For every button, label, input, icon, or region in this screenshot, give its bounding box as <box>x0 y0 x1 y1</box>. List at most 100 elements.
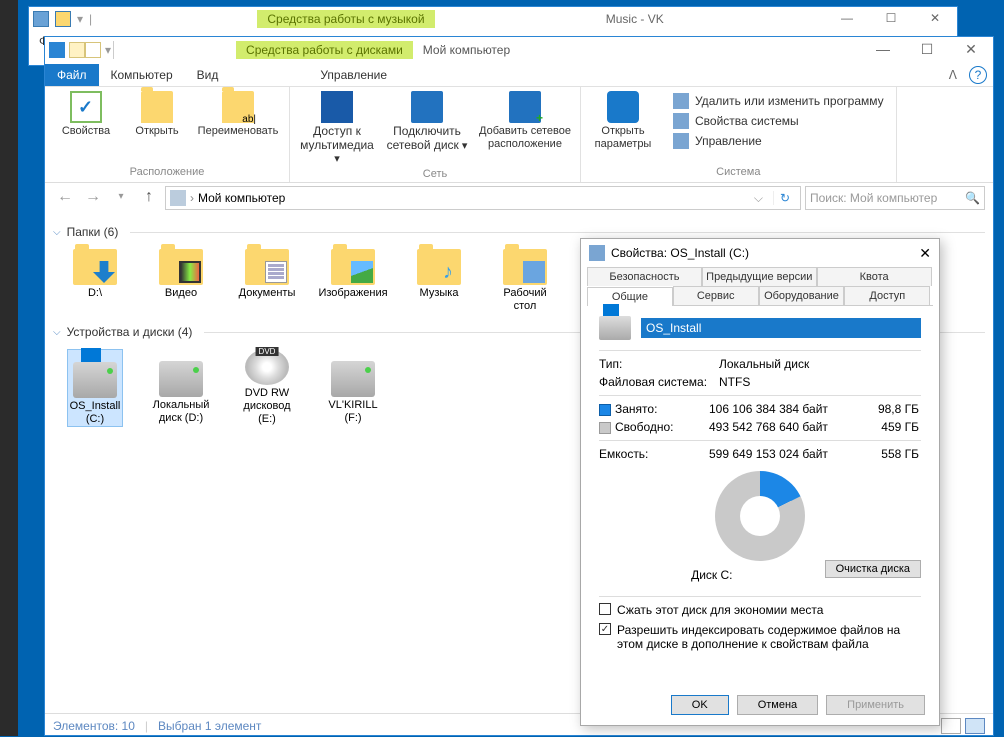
tab-hardware[interactable]: Оборудование <box>759 286 845 305</box>
open-icon <box>141 91 173 123</box>
address-bar[interactable]: › Мой компьютер ⌵ ↻ <box>165 186 801 210</box>
capacity-gb: 558 ГБ <box>859 447 919 461</box>
drive-d[interactable]: Локальный диск (D:) <box>153 349 209 427</box>
type-value: Локальный диск <box>719 357 921 371</box>
qat-new-folder-icon[interactable] <box>85 42 101 58</box>
minimize-button[interactable]: — <box>861 39 905 61</box>
apply-button[interactable]: Применить <box>826 695 925 715</box>
free-label: Свободно: <box>615 420 674 434</box>
compress-checkbox[interactable]: Сжать этот диск для экономии места <box>599 603 921 617</box>
ok-button[interactable]: OK <box>671 695 729 715</box>
gear-icon <box>607 91 639 123</box>
icons-view-button[interactable] <box>965 718 985 734</box>
maximize-button[interactable]: ☐ <box>905 39 949 61</box>
volume-name-input[interactable] <box>641 318 921 338</box>
disk-usage-donut <box>715 471 805 561</box>
uninstall-icon <box>673 93 689 109</box>
add-network-button[interactable]: + Добавить сетевое расположение <box>476 89 574 151</box>
map-drive-button[interactable]: Подключить сетевой диск ▾ <box>386 89 468 153</box>
maximize-button[interactable]: ☐ <box>869 9 913 29</box>
refresh-button[interactable]: ↻ <box>773 191 796 205</box>
tab-general[interactable]: Общие <box>587 287 673 306</box>
add-net-icon: + <box>509 91 541 123</box>
close-button[interactable]: ✕ <box>913 9 957 29</box>
drive-icon <box>589 245 605 261</box>
view-tab[interactable]: Вид <box>185 64 231 86</box>
open-settings-button[interactable]: Открыть параметры <box>587 89 659 151</box>
drive-context-tab[interactable]: Средства работы с дисками <box>236 41 413 59</box>
file-tab[interactable]: Файл <box>45 64 99 86</box>
properties-button[interactable]: Свойства <box>51 89 121 138</box>
pc-window-title: Мой компьютер <box>423 43 510 57</box>
status-items: Элементов: 10 <box>53 719 135 733</box>
system-properties-button[interactable]: Свойства системы <box>673 113 884 129</box>
search-icon: 🔍 <box>965 191 980 205</box>
map-drive-icon <box>411 91 443 123</box>
fs-label: Файловая система: <box>599 375 719 389</box>
folder-images[interactable]: Изображения <box>325 249 381 313</box>
capacity-bytes: 599 649 153 024 байт <box>709 447 859 461</box>
free-bytes: 493 542 768 640 байт <box>709 420 859 434</box>
open-button[interactable]: Открыть <box>129 89 185 138</box>
media-access-button[interactable]: Доступ к мультимедиа ▾ <box>296 89 378 166</box>
disk-label: Диск C: <box>691 568 732 582</box>
tab-access[interactable]: Доступ <box>844 286 930 305</box>
folder-icon[interactable] <box>55 11 71 27</box>
used-gb: 98,8 ГБ <box>859 402 919 416</box>
details-view-button[interactable] <box>941 718 961 734</box>
manage-tab[interactable]: Управление <box>308 64 399 86</box>
drive-f[interactable]: VL'KIRILL (F:) <box>325 349 381 427</box>
tab-previous[interactable]: Предыдущие версии <box>702 267 817 286</box>
manage-icon <box>673 133 689 149</box>
uninstall-program-button[interactable]: Удалить или изменить программу <box>673 93 884 109</box>
used-bytes: 106 106 384 384 байт <box>709 402 859 416</box>
history-dropdown[interactable]: ▾ <box>109 186 133 210</box>
rename-icon: ab| <box>222 91 254 123</box>
folder-video[interactable]: Видео <box>153 249 209 313</box>
music-context-tab[interactable]: Средства работы с музыкой <box>257 10 434 28</box>
address-dropdown[interactable]: ⌵ <box>748 191 769 206</box>
properties-title: Свойства: OS_Install (C:) <box>611 246 749 260</box>
drive-c[interactable]: OS_Install (C:) <box>67 349 123 427</box>
type-label: Тип: <box>599 357 719 371</box>
drive-dvd[interactable]: DVDDVD RW дисковод (E:) <box>239 349 295 427</box>
folder-desktop[interactable]: Рабочий стол <box>497 249 553 313</box>
tab-service[interactable]: Сервис <box>673 286 759 305</box>
help-icon[interactable]: ? <box>969 66 987 84</box>
qat-properties-icon[interactable] <box>69 42 85 58</box>
folder-d[interactable]: D:\ <box>67 249 123 313</box>
address-path: Мой компьютер <box>198 191 285 205</box>
music-window-title: Music - VK <box>606 12 664 26</box>
search-box[interactable]: Поиск: Мой компьютер 🔍 <box>805 186 985 210</box>
group-location-label: Расположение <box>130 164 205 180</box>
tab-security[interactable]: Безопасность <box>587 267 702 286</box>
properties-icon <box>70 91 102 123</box>
properties-dialog: Свойства: OS_Install (C:) ✕ Безопасность… <box>580 238 940 726</box>
manage-button[interactable]: Управление <box>673 133 884 149</box>
group-system-label: Система <box>716 164 760 180</box>
free-gb: 459 ГБ <box>859 420 919 434</box>
back-button[interactable]: ← <box>53 186 77 210</box>
fs-value: NTFS <box>719 375 921 389</box>
cancel-button[interactable]: Отмена <box>737 695 818 715</box>
disk-cleanup-button[interactable]: Очистка диска <box>825 560 921 578</box>
close-button[interactable]: ✕ <box>949 39 993 61</box>
index-checkbox[interactable]: ✓ Разрешить индексировать содержимое фай… <box>599 623 921 651</box>
minimize-button[interactable]: — <box>825 9 869 29</box>
tab-quota[interactable]: Квота <box>817 267 932 286</box>
rename-button[interactable]: ab| Переименовать <box>193 89 283 138</box>
folder-documents[interactable]: Документы <box>239 249 295 313</box>
group-network-label: Сеть <box>423 166 447 182</box>
folders-group-header[interactable]: ⌵ Папки (6) <box>53 225 985 239</box>
collapse-ribbon[interactable]: ᐱ <box>943 68 963 82</box>
forward-button[interactable]: → <box>81 186 105 210</box>
sysprops-icon <box>673 113 689 129</box>
media-icon <box>321 91 353 123</box>
app-icon <box>33 11 49 27</box>
volume-icon <box>599 316 631 340</box>
folder-music[interactable]: ♪Музыка <box>411 249 467 313</box>
close-button[interactable]: ✕ <box>919 245 931 262</box>
computer-tab[interactable]: Компьютер <box>99 64 185 86</box>
up-button[interactable]: ↑ <box>137 186 161 210</box>
capacity-label: Емкость: <box>599 447 709 461</box>
